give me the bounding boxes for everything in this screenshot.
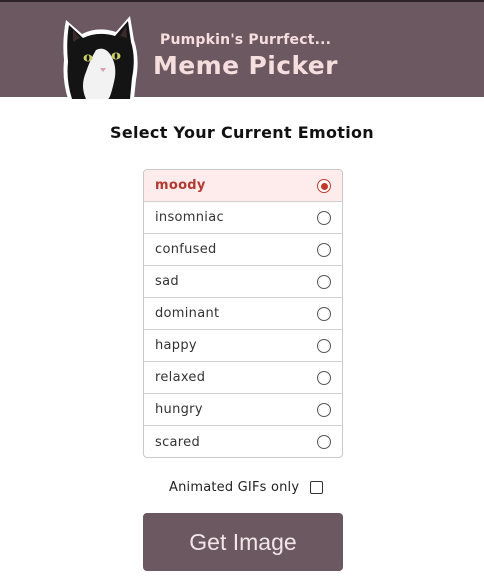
emotion-radio-button[interactable] xyxy=(317,275,331,289)
brand-title: Meme Picker xyxy=(153,51,338,80)
emotion-option-relaxed[interactable]: relaxed xyxy=(144,362,342,394)
get-image-button[interactable]: Get Image xyxy=(143,513,343,571)
gif-only-checkbox[interactable] xyxy=(310,480,324,494)
emotion-option-label: moody xyxy=(155,178,206,193)
site-header: Pumpkin's Purrfect... Meme Picker xyxy=(0,0,484,99)
emotion-radio-button[interactable] xyxy=(317,211,331,225)
gif-option-label[interactable]: Animated GIFs only xyxy=(169,480,299,495)
page-heading: Select Your Current Emotion xyxy=(110,123,374,142)
emotion-option-sad[interactable]: sad xyxy=(144,266,342,298)
emotion-radio-button[interactable] xyxy=(317,435,331,449)
emotion-radio-button[interactable] xyxy=(317,403,331,417)
emotion-radio-button[interactable] xyxy=(317,339,331,353)
emotion-option-label: relaxed xyxy=(155,370,206,385)
emotion-option-label: scared xyxy=(155,434,200,450)
emotion-option-label: confused xyxy=(155,242,217,257)
emotion-option-hungry[interactable]: hungry xyxy=(144,394,342,426)
emotion-radio-button[interactable] xyxy=(317,371,331,385)
emotion-option-label: insomniac xyxy=(155,210,224,225)
brand-subtitle: Pumpkin's Purrfect... xyxy=(160,32,332,48)
emotion-option-label: hungry xyxy=(155,402,203,417)
emotion-radio-button[interactable] xyxy=(317,179,331,193)
gif-option-row[interactable]: Animated GIFs only xyxy=(169,478,324,496)
emotion-option-moody[interactable]: moody xyxy=(144,170,342,202)
emotion-option-insomniac[interactable]: insomniac xyxy=(144,202,342,234)
emotion-radio-list: moody insomniac confused sad dominant happy re… xyxy=(143,169,343,458)
emotion-option-label: dominant xyxy=(155,306,220,321)
emotion-radio-button[interactable] xyxy=(317,243,331,257)
emotion-radio-button[interactable] xyxy=(317,307,331,321)
emotion-option-label: happy xyxy=(155,338,197,353)
cat-logo-icon xyxy=(63,16,138,99)
emotion-option-label: sad xyxy=(155,274,179,289)
emotion-option-scared[interactable]: scared xyxy=(144,426,342,457)
emotion-option-dominant[interactable]: dominant xyxy=(144,298,342,330)
emotion-option-happy[interactable]: happy xyxy=(144,330,342,362)
emotion-option-confused[interactable]: confused xyxy=(144,234,342,266)
